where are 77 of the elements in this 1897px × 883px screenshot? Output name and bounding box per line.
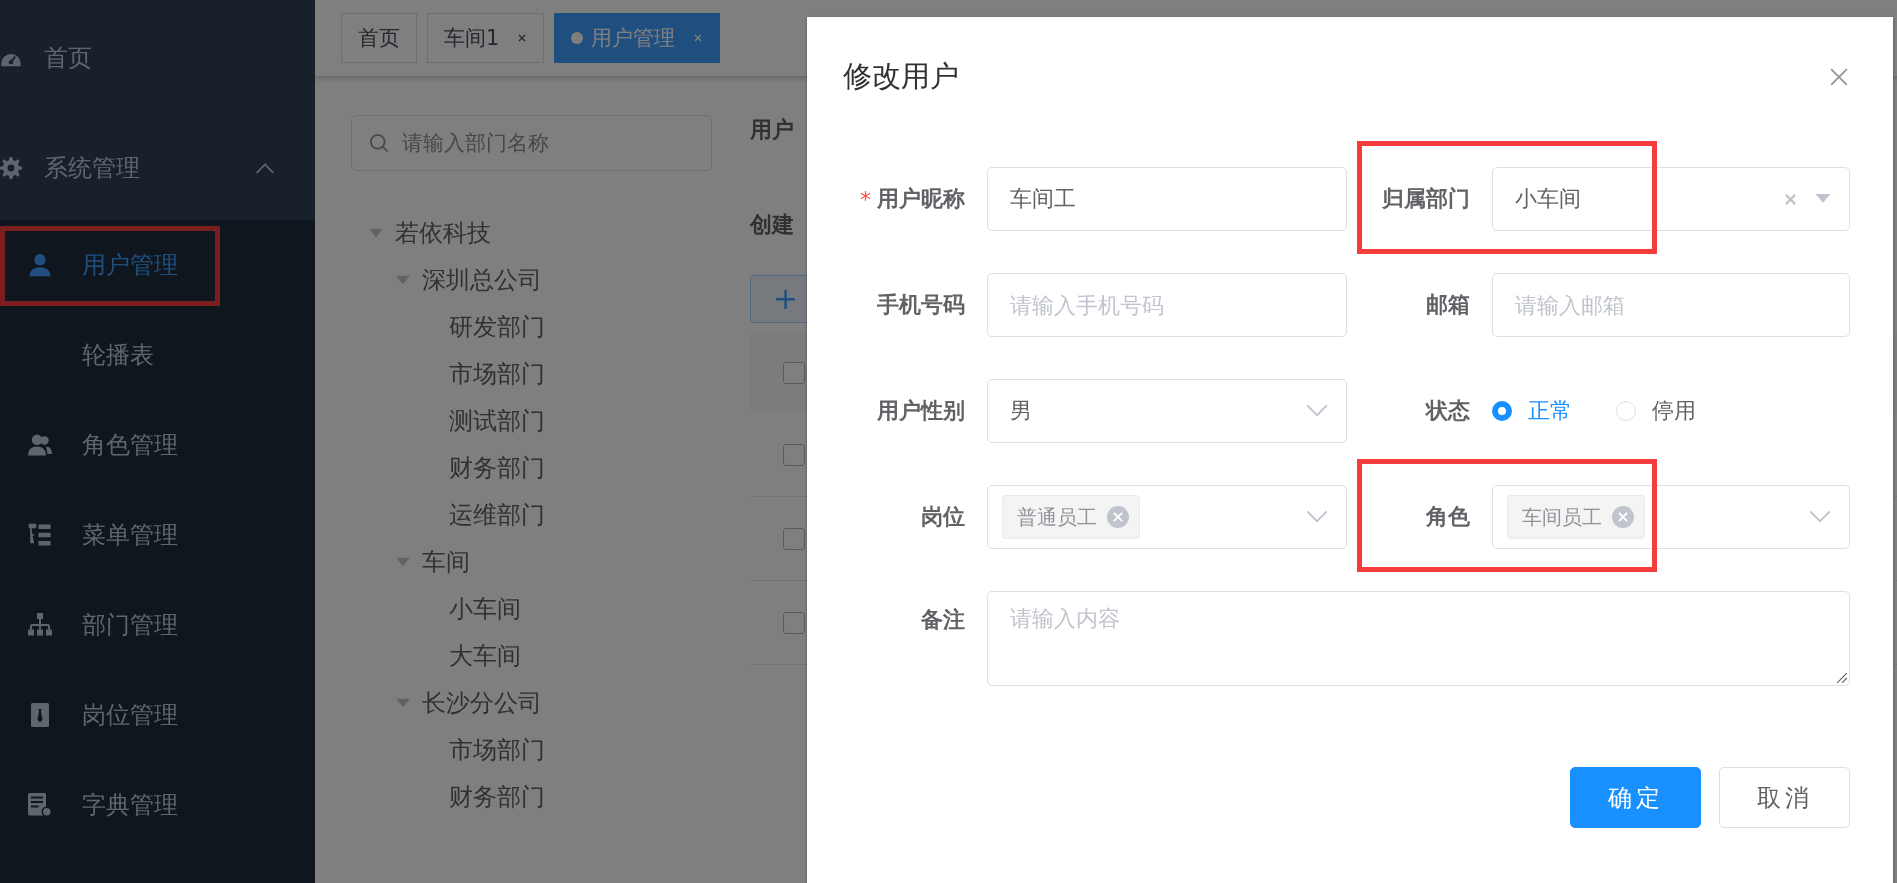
- tree-node[interactable]: 长沙分公司: [422, 686, 542, 719]
- chevron-icon: [1306, 510, 1328, 524]
- tree-node[interactable]: 大车间: [449, 639, 521, 672]
- radio-option[interactable]: 正常: [1492, 396, 1572, 426]
- menu-item[interactable]: 菜单管理: [0, 490, 315, 580]
- checkbox[interactable]: [783, 443, 805, 466]
- document-gear-icon: [28, 793, 52, 817]
- dot-icon: [571, 32, 584, 44]
- textarea-field[interactable]: 请输入内容: [987, 591, 1850, 686]
- page-tab[interactable]: 用户管理: [554, 13, 721, 63]
- tree-node[interactable]: 研发部门: [449, 310, 545, 343]
- required-mark: *: [860, 186, 871, 212]
- tree-node[interactable]: 小车间: [449, 592, 521, 625]
- field-label: 角色: [1426, 503, 1470, 531]
- field-label: 用户性别: [877, 397, 965, 425]
- checkbox[interactable]: [783, 527, 805, 550]
- menu-item[interactable]: 轮播表: [0, 310, 315, 400]
- chevron-icon: [1306, 404, 1328, 418]
- menu-item[interactable]: 字典管理: [0, 760, 315, 850]
- org-chart-icon: [28, 613, 52, 637]
- field-label: 备注: [921, 606, 965, 634]
- close-icon[interactable]: [693, 33, 704, 43]
- id-card-icon: [28, 703, 52, 727]
- caret-icon: [1815, 194, 1831, 204]
- input-field[interactable]: 车间工: [987, 167, 1347, 231]
- menu-item[interactable]: 系统管理: [0, 115, 315, 220]
- menu-item[interactable]: 用户管理: [0, 220, 315, 310]
- input-field[interactable]: 请输入邮箱: [1492, 273, 1850, 337]
- tree-node[interactable]: 运维部门: [449, 498, 545, 531]
- menu-item[interactable]: 部门管理: [0, 580, 315, 670]
- settings-icon: [0, 156, 22, 179]
- checkbox[interactable]: [783, 362, 805, 384]
- input-field[interactable]: 请输入手机号码: [987, 273, 1347, 337]
- close-icon[interactable]: [517, 33, 528, 43]
- resize-grip-icon[interactable]: [1836, 672, 1848, 684]
- field-label: 手机号码: [877, 291, 965, 319]
- cancel-button[interactable]: 取消: [1719, 767, 1850, 828]
- confirm-button[interactable]: 确定: [1570, 767, 1701, 828]
- tag-chip: 车间员工: [1507, 495, 1645, 539]
- tree-node[interactable]: 车间: [422, 545, 470, 578]
- field-label: 状态: [1426, 397, 1470, 425]
- checkbox[interactable]: [783, 611, 805, 634]
- tree-node[interactable]: 测试部门: [449, 404, 545, 437]
- field-label: 归属部门: [1382, 185, 1470, 213]
- field-label: 用户昵称: [877, 185, 965, 213]
- menu-item[interactable]: 角色管理: [0, 400, 315, 490]
- field-label: 邮箱: [1426, 291, 1470, 319]
- search-field[interactable]: 请输入部门名称: [351, 115, 712, 171]
- tree-select-field[interactable]: 小车间: [1492, 167, 1850, 231]
- menu-item[interactable]: 首页: [0, 0, 315, 115]
- tree-node[interactable]: 市场部门: [449, 357, 545, 390]
- menu-item[interactable]: 岗位管理: [0, 670, 315, 760]
- field-label: 岗位: [921, 503, 965, 531]
- tree-list-icon: [28, 523, 52, 547]
- close-icon[interactable]: [1612, 506, 1634, 528]
- users-icon: [28, 433, 52, 457]
- multi-select-field[interactable]: 车间员工: [1492, 485, 1850, 549]
- tree-node[interactable]: 若依科技: [395, 216, 491, 249]
- form-label: 创建: [750, 211, 795, 239]
- close-icon[interactable]: [1107, 506, 1129, 528]
- user-icon: [28, 253, 52, 277]
- chevron-icon: [1809, 510, 1831, 524]
- select-field[interactable]: 男: [987, 379, 1347, 443]
- tree-node[interactable]: 财务部门: [449, 780, 545, 813]
- page-tab[interactable]: 首页: [341, 13, 417, 63]
- tree-node[interactable]: 市场部门: [449, 733, 545, 766]
- dialog-title: 修改用户: [843, 58, 959, 95]
- tag-chip: 普通员工: [1002, 495, 1140, 539]
- tree-node[interactable]: 财务部门: [449, 451, 545, 484]
- close-icon[interactable]: [1830, 68, 1848, 86]
- clear-icon[interactable]: [1784, 192, 1797, 206]
- page-tab[interactable]: 车间1: [427, 13, 545, 63]
- search-icon: [369, 133, 389, 153]
- multi-select-field[interactable]: 普通员工: [987, 485, 1347, 549]
- radio-option[interactable]: 停用: [1616, 396, 1696, 426]
- form-label: 用户: [750, 116, 795, 144]
- tree-node[interactable]: 深圳总公司: [422, 263, 542, 296]
